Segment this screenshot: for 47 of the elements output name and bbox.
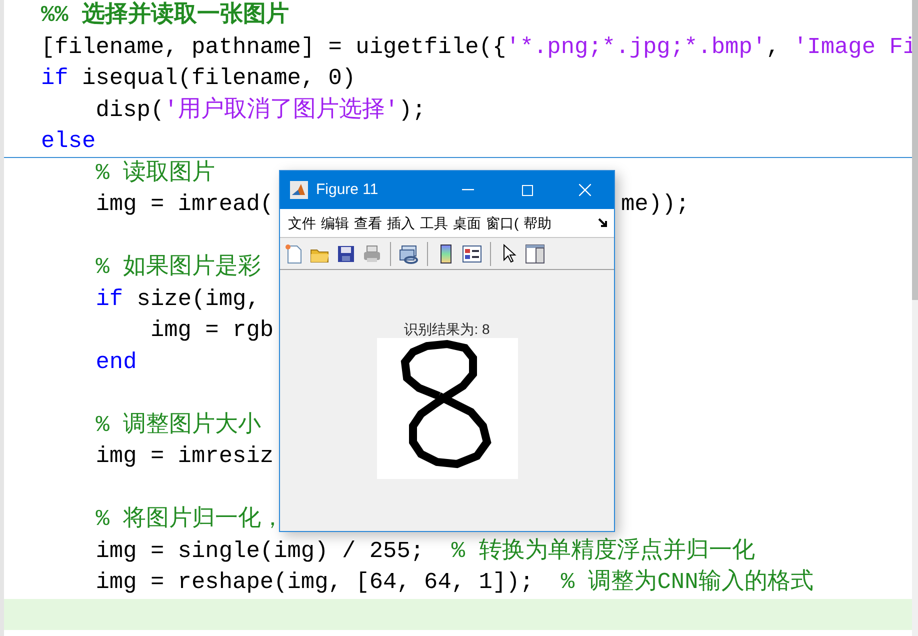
printer-icon[interactable]: [362, 244, 382, 264]
plot-title: 识别结果为: 8: [404, 320, 490, 338]
keyword-text: if: [94, 286, 124, 312]
comment-text: % 调整为CNN输入的格式: [560, 569, 814, 595]
menu-item[interactable]: 查看: [354, 212, 382, 234]
string-text: '用户取消了图片选择': [164, 96, 398, 122]
menu-item[interactable]: 窗口(: [486, 212, 519, 234]
code-text: img = imresiz: [94, 443, 274, 469]
code-text: img = single(img) / 255;: [94, 538, 426, 564]
close-icon: [579, 184, 591, 196]
keyword-text: end: [94, 348, 137, 374]
menu-item[interactable]: 工具: [420, 212, 448, 234]
code-text: disp(: [94, 96, 164, 122]
legend-icon[interactable]: [462, 244, 482, 264]
new-file-icon[interactable]: [284, 244, 304, 264]
comment-text: % 转换为单精度浮点并归一化: [451, 538, 755, 564]
code-text: );: [398, 96, 426, 122]
code-text: [filename, pathname] = uigetfile({: [41, 34, 506, 60]
comment-text: % 如果图片是彩: [94, 254, 262, 280]
menu-item[interactable]: 编辑: [321, 212, 349, 234]
menu-item[interactable]: 文件: [288, 212, 316, 234]
linked-windows-icon[interactable]: [399, 244, 419, 264]
code-text: me));: [621, 191, 690, 217]
overflow-arrow-icon[interactable]: [598, 218, 608, 228]
code-text: img = imread(: [94, 191, 274, 217]
keyword-text: else: [41, 128, 96, 154]
comment-text: % 调整图片大小: [94, 412, 262, 438]
app-logo-icon: [290, 181, 308, 199]
maximize-icon: [522, 184, 532, 196]
code-text: ,: [766, 34, 781, 60]
comment-text: % 将图片归一化，: [94, 506, 284, 532]
keyword-text: if: [41, 65, 68, 91]
string-text: '*.png;*.jpg;*.bmp': [506, 34, 766, 60]
code-text: isequal(filename, 0): [81, 65, 356, 91]
menu-item[interactable]: 插入: [387, 212, 415, 234]
section-text: %% 选择并读取一张图片: [41, 2, 290, 28]
property-panel-icon[interactable]: [525, 244, 545, 264]
code-text: size(img,: [136, 286, 261, 312]
code-text: img = reshape(img, [64, 64, 1]);: [94, 569, 534, 595]
scrollbar[interactable]: [912, 0, 918, 636]
minimize-icon: [462, 189, 474, 191]
comment-text: % 读取图片: [94, 160, 216, 186]
code-text: img = rgb: [149, 317, 274, 343]
save-icon[interactable]: [336, 244, 356, 264]
window-title: Figure 11: [316, 180, 378, 200]
menu-item[interactable]: 帮助: [524, 212, 552, 234]
menu-item[interactable]: 桌面: [453, 212, 481, 234]
